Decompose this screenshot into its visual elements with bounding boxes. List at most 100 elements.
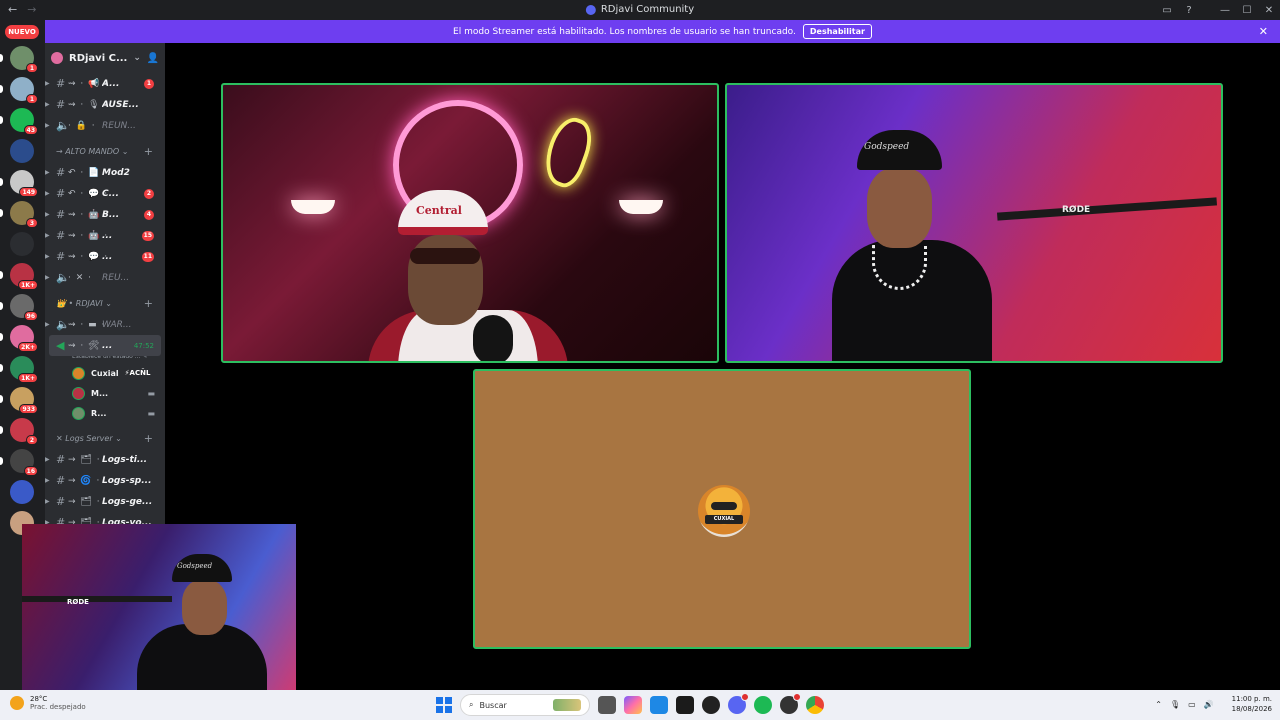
chevron-down-icon: ⌄ [133, 53, 141, 63]
category-label: 👑 • RDJAVI ⌄ [56, 298, 112, 308]
hash-icon: # [56, 250, 66, 263]
maximize-button[interactable]: ☐ [1236, 5, 1258, 16]
taskbar-search[interactable]: ⌕ Buscar [460, 694, 590, 716]
voice-user[interactable]: M... ▬ [45, 383, 165, 403]
server-icon[interactable]: 2 [0, 418, 38, 445]
weather-desc: Prac. despejado [30, 703, 86, 711]
channel-item[interactable]: ▶ # ⇝ · 💬 ·... 11 [45, 246, 165, 267]
speaker-icon: ◀ [56, 339, 65, 352]
channel-item[interactable]: ▶ # ↶ · 💬 · C... 2 [45, 183, 165, 204]
unread-badge: 2K+ [18, 342, 38, 352]
channel-item[interactable]: ▶ # ⇝ · 🤖 · B... 4 [45, 204, 165, 225]
app-icon[interactable] [780, 693, 801, 714]
server-icon[interactable]: 149 [0, 170, 38, 197]
channel-decoration: ↶ · 💬 · [68, 188, 109, 199]
unread-badge: 3 [26, 218, 38, 228]
server-name: RDjavi C... [69, 52, 128, 64]
server-icon[interactable]: 1K+ [0, 356, 38, 383]
category-alto-mando[interactable]: → ALTO MANDO ⌄ + [45, 140, 165, 162]
server-icon[interactable]: 2K+ [0, 325, 38, 352]
channel-name: ... [102, 230, 113, 241]
server-icon[interactable] [10, 232, 34, 256]
hash-icon: # [56, 77, 66, 90]
terminal-icon[interactable] [676, 696, 694, 714]
server-icon[interactable]: 43 [0, 108, 38, 135]
mention-badge: 11 [141, 251, 154, 262]
display-icon[interactable]: ▭ [1188, 700, 1196, 709]
channel-name: Mod2 [102, 167, 130, 178]
channel-decoration: → 🗂 · [68, 454, 101, 465]
channel-decoration: ⇝ · 🤖 · [68, 209, 109, 220]
wall-lamp [291, 200, 335, 214]
close-button[interactable]: ✕ [1258, 5, 1280, 16]
minimize-button[interactable]: — [1214, 5, 1236, 16]
avatar [72, 386, 85, 400]
windows-start-icon[interactable] [436, 697, 452, 713]
window-title: RDjavi Community [585, 4, 694, 15]
mic-brand: RØDE [67, 598, 89, 606]
voice-user[interactable]: R... ▬ [45, 403, 165, 423]
video-tile-1[interactable]: Central [221, 83, 719, 363]
clock[interactable]: 11:00 p. m. 18/08/2026 [1232, 694, 1272, 714]
category-rdjavi[interactable]: 👑 • RDJAVI ⌄ + [45, 292, 165, 314]
add-channel-icon[interactable]: + [144, 145, 153, 158]
video-tile-2[interactable]: RØDE Godspeed [725, 83, 1223, 363]
volume-icon[interactable]: 🔊 [1204, 700, 1214, 709]
game-icon[interactable] [702, 696, 720, 714]
disable-streamer-button[interactable]: Deshabilitar [802, 24, 872, 39]
copilot-icon[interactable] [624, 696, 642, 714]
weather-widget[interactable]: 28°C Prac. despejado [10, 695, 86, 711]
channel-group-alto: ▶ # ↶ · 📄 · Mod2 ▶ # ↶ · 💬 · C... 2 ▶ # ⇝ · 🤖 · B...… [45, 162, 165, 288]
new-badge[interactable]: NUEVO [5, 25, 39, 39]
channel-item[interactable]: ▶ # ⇝ · 🎙 · AUSE... [45, 94, 165, 115]
add-channel-icon[interactable]: + [144, 297, 153, 310]
channel-name: Logs-sp... [102, 475, 152, 486]
server-icon[interactable]: 96 [0, 294, 38, 321]
voice-user[interactable]: Cuxial ⚡ACÑL [45, 363, 165, 383]
inbox-icon[interactable]: ▭ [1156, 5, 1178, 16]
server-icon[interactable] [10, 139, 34, 163]
active-voice-channel[interactable]: ◀ ⇝ · 🛠 ... 47:52 [49, 335, 161, 356]
nav-controls: ← → [8, 3, 36, 16]
invite-people-icon[interactable]: 👤 [147, 53, 159, 64]
server-icon[interactable]: 1 [0, 77, 38, 104]
discord-taskbar-icon[interactable] [728, 693, 749, 714]
add-channel-icon[interactable]: + [144, 432, 153, 445]
server-icon[interactable]: 3 [0, 201, 38, 228]
channel-item[interactable]: ▶ # → 🌀 · Logs-sp... [45, 470, 165, 491]
store-icon[interactable] [650, 696, 668, 714]
channel-item[interactable]: ▶ # ⇝ · 📢 · A... 1 [45, 73, 165, 94]
back-arrow-icon[interactable]: ← [8, 3, 17, 16]
participant-avatar: CUXIAL [698, 485, 750, 537]
server-icon[interactable]: 1K+ [0, 263, 38, 290]
channel-item[interactable]: ▶ # ⇝ · 🤖 ·... 15 [45, 225, 165, 246]
server-icon[interactable]: 1 [0, 46, 38, 73]
search-highlight-image [553, 699, 581, 711]
help-icon[interactable]: ? [1178, 5, 1200, 16]
close-banner-icon[interactable]: ✕ [1259, 25, 1268, 38]
chrome-icon[interactable] [806, 696, 824, 714]
channel-decoration: ↶ · 📄 · [68, 167, 109, 178]
mic-arm [996, 197, 1218, 221]
microphone-icon[interactable]: 🎙 [1170, 700, 1180, 709]
channel-item[interactable]: ▶ # ↶ · 📄 · Mod2 [45, 162, 165, 183]
server-icon[interactable]: 16 [0, 449, 38, 476]
category-logs-server[interactable]: ✕ Logs Server ⌄ + [45, 427, 165, 449]
taskbar: 28°C Prac. despejado ⌕ Buscar ⌃ 🎙 ▭ 🔊 11… [0, 690, 1280, 720]
channel-item[interactable]: ▶ # → 🗂 · Logs-ti... [45, 449, 165, 470]
channel-item[interactable]: ▶ # → 🗂 · Logs-ge... [45, 491, 165, 512]
forward-arrow-icon[interactable]: → [27, 3, 36, 16]
channel-item[interactable]: ▶ 🔈 · ✕ · REU... [45, 267, 165, 288]
server-header[interactable]: RDjavi C... ⌄ 👤 [45, 43, 165, 73]
chevron-right-icon: ▶ [45, 122, 50, 129]
server-icon[interactable] [10, 480, 34, 504]
channel-item[interactable]: ▶ 🔈 · 🔒 · REUN... [45, 115, 165, 136]
chevron-up-icon[interactable]: ⌃ [1155, 700, 1162, 709]
task-view-icon[interactable] [598, 696, 616, 714]
channel-item[interactable]: ▶ 🔈 ⇝ · ▬ · WAR... [45, 314, 165, 335]
avatar [72, 406, 85, 420]
spotify-icon[interactable] [754, 696, 772, 714]
video-tile-3-avatar[interactable]: CUXIAL [473, 369, 971, 649]
wall-lamp [619, 200, 663, 214]
server-icon[interactable]: 933 [0, 387, 38, 414]
